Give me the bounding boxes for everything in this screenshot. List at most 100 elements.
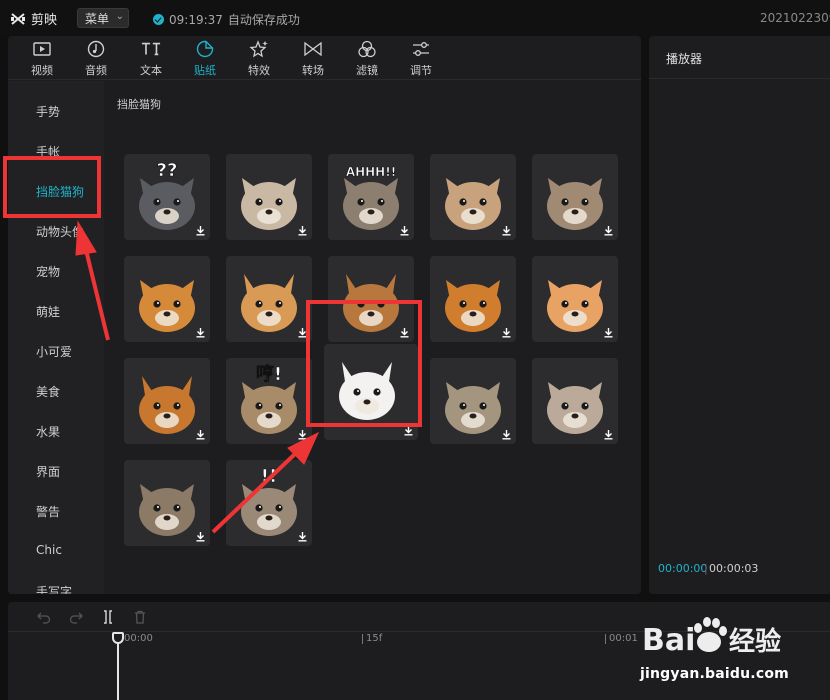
player-panel: 播放器 00:00:00 | 00:00:03 (649, 36, 830, 594)
svg-text:哼!: 哼! (256, 363, 282, 385)
download-icon[interactable] (603, 327, 614, 338)
category-item[interactable]: 萌娃 (36, 303, 60, 320)
tab-adjust[interactable]: 调节 (399, 39, 443, 79)
project-name: 2021022309 (760, 11, 830, 25)
download-icon[interactable] (501, 327, 512, 338)
autosave-status: 09:19:37 自动保存成功 (153, 11, 300, 28)
category-item[interactable]: 警告 (36, 503, 60, 520)
chevron-down-icon: ⌄ (115, 11, 124, 22)
delete-icon[interactable] (133, 610, 147, 624)
player-title: 播放器 (666, 52, 703, 66)
tab-adjust-label: 调节 (410, 64, 432, 77)
sticker-tile[interactable]: AHHH!! (328, 154, 414, 240)
category-item[interactable]: 水果 (36, 423, 60, 440)
category-item[interactable]: 动物头像 (36, 223, 84, 240)
tab-filter[interactable]: 滤镜 (345, 39, 389, 79)
audio-icon (86, 39, 106, 59)
sticker-tile[interactable]: ?? (124, 154, 210, 240)
download-icon[interactable] (501, 225, 512, 236)
menu-button[interactable]: 菜单 ⌄ (77, 8, 129, 28)
download-icon[interactable] (195, 225, 206, 236)
tick-label: 00:00 (124, 633, 153, 644)
download-icon[interactable] (297, 225, 308, 236)
transition-icon (303, 39, 323, 59)
svg-text:Bai: Bai (642, 623, 695, 658)
check-icon (153, 14, 164, 25)
sticker-icon (195, 39, 215, 59)
total-duration: 00:00:03 (709, 562, 759, 575)
annotation-box-sticker (306, 300, 422, 427)
sticker-tile[interactable] (430, 154, 516, 240)
download-icon[interactable] (195, 429, 206, 440)
sticker-tile[interactable] (124, 460, 210, 546)
sticker-tile[interactable]: !! (226, 460, 312, 546)
annotation-box-category (3, 156, 101, 218)
save-status-text: 自动保存成功 (227, 13, 300, 27)
download-icon[interactable] (399, 225, 410, 236)
baidu-jingyan-watermark: Bai 经验 (642, 617, 781, 658)
undo-icon[interactable] (37, 610, 51, 624)
sticker-tile[interactable] (532, 358, 618, 444)
sticker-tile[interactable]: 哼! (226, 358, 312, 444)
app-name: 剪映 (31, 13, 58, 28)
category-item[interactable]: 美食 (36, 383, 60, 400)
tab-effects[interactable]: 特效 (237, 39, 281, 79)
title-bar: 剪映 菜单 ⌄ 09:19:37 自动保存成功 2021022309 (0, 0, 830, 36)
playhead-handle[interactable] (112, 632, 124, 644)
save-time: 09:19:37 (169, 12, 223, 27)
sticker-tile[interactable] (532, 154, 618, 240)
tab-video[interactable]: 视频 (20, 39, 64, 79)
video-icon (32, 39, 52, 59)
svg-text:??: ?? (157, 160, 178, 181)
section-title: 挡脸猫狗 (117, 98, 161, 111)
sticker-tile[interactable] (226, 154, 312, 240)
tab-video-label: 视频 (31, 64, 53, 77)
tab-sticker-label: 贴纸 (194, 64, 216, 77)
category-item[interactable]: 手写字 (36, 583, 72, 594)
watermark-url: jingyan.baidu.com (640, 666, 789, 682)
tab-effects-label: 特效 (248, 64, 270, 77)
tick-mark (362, 634, 363, 644)
menu-button-label: 菜单 (85, 11, 110, 26)
tab-sticker[interactable]: 贴纸 (183, 39, 227, 79)
filter-icon (357, 39, 377, 59)
download-icon[interactable] (195, 531, 206, 542)
download-icon[interactable] (297, 429, 308, 440)
download-icon[interactable] (297, 531, 308, 542)
download-icon[interactable] (501, 429, 512, 440)
download-icon[interactable] (195, 327, 206, 338)
time-separator: | (704, 562, 708, 575)
sticker-tile[interactable] (430, 358, 516, 444)
download-icon[interactable] (603, 429, 614, 440)
tab-text[interactable]: 文本 (129, 39, 173, 79)
current-time: 00:00:00 (658, 562, 708, 575)
category-item[interactable]: 手势 (36, 103, 60, 120)
tab-transition[interactable]: 转场 (291, 39, 335, 79)
category-item[interactable]: 界面 (36, 463, 60, 480)
sticker-tile[interactable] (226, 256, 312, 342)
text-icon (141, 39, 161, 59)
adjust-icon (411, 39, 431, 59)
tab-transition-label: 转场 (302, 64, 324, 77)
download-icon[interactable] (603, 225, 614, 236)
divider (649, 78, 830, 79)
capcut-logo-icon (11, 12, 25, 25)
category-item[interactable]: Chic (36, 543, 62, 557)
svg-text:经验: 经验 (729, 626, 781, 657)
tick-label: 15f (366, 633, 383, 644)
category-item[interactable]: 小可爱 (36, 343, 72, 360)
app-logo: 剪映 (10, 9, 57, 28)
sticker-tile[interactable] (430, 256, 516, 342)
category-item[interactable]: 宠物 (36, 263, 60, 280)
material-toolbar: 视频 音频 文本 贴纸 特效 转场 滤镜 调节 (8, 36, 641, 80)
tick-mark (605, 634, 606, 644)
split-icon[interactable] (101, 610, 115, 624)
redo-icon[interactable] (69, 610, 83, 624)
tab-audio[interactable]: 音频 (74, 39, 118, 79)
tab-text-label: 文本 (140, 64, 162, 77)
sticker-tile[interactable] (124, 256, 210, 342)
sticker-tile[interactable] (532, 256, 618, 342)
sticker-tile[interactable] (124, 358, 210, 444)
tab-filter-label: 滤镜 (356, 64, 378, 77)
effects-icon (249, 39, 269, 59)
